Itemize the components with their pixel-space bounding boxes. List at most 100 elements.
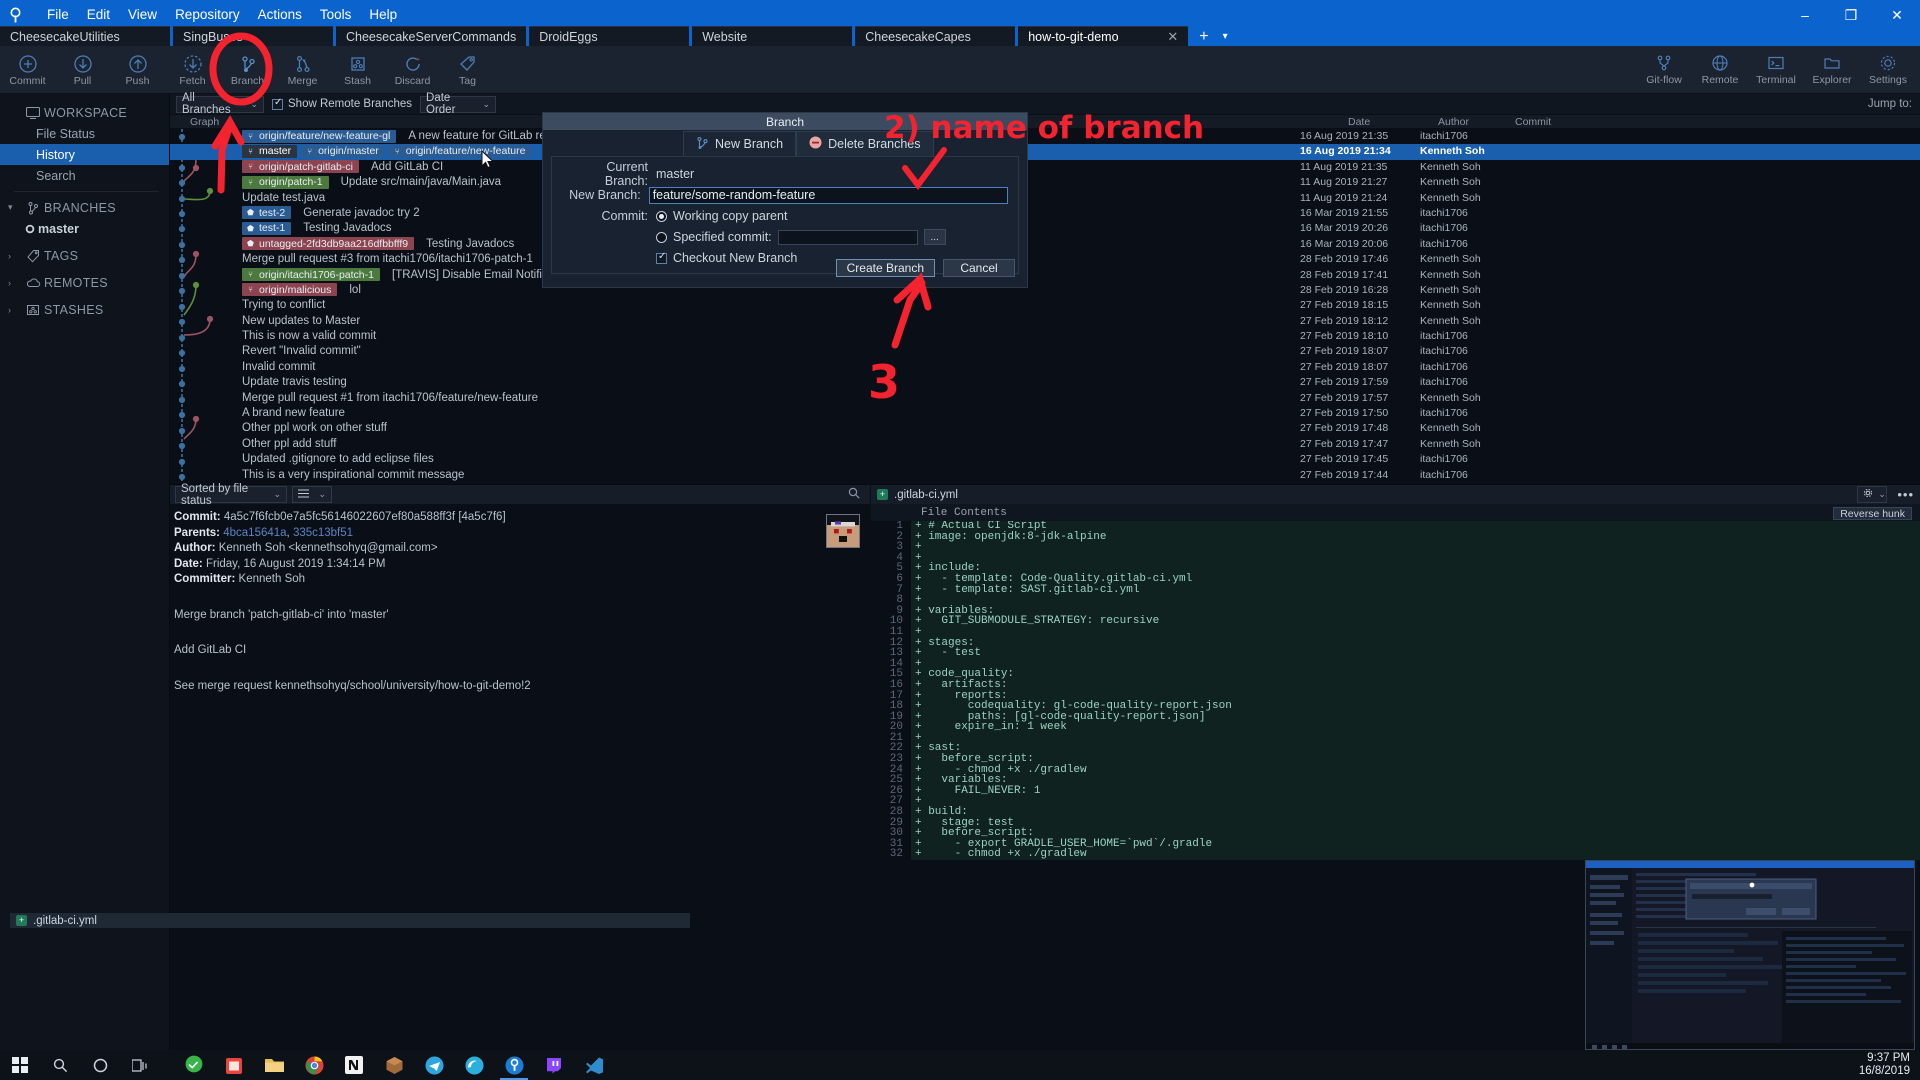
ref-label[interactable]: ⑂ origin/master [301, 144, 385, 158]
parent-hash-link[interactable]: 4bca15641a [223, 527, 286, 539]
sort-dropdown[interactable]: Sorted by file status ⌄ [175, 483, 287, 507]
merge-button[interactable]: Merge [275, 47, 330, 93]
table-row[interactable]: A brand new feature 27 Feb 2019 17:50 itac… [170, 406, 1920, 421]
table-row[interactable]: New updates to Master 27 Feb 2019 18:12 Ke… [170, 314, 1920, 329]
twitch-icon[interactable] [534, 1050, 574, 1080]
table-row[interactable]: Merge pull request #1 from itachi1706/fe… [170, 391, 1920, 406]
order-dropdown[interactable]: Date Order ⌄ [420, 92, 497, 116]
commit-button[interactable]: Commit [0, 47, 55, 93]
sidebar-section-branches[interactable]: ▾ BRANCHES [0, 197, 169, 218]
column-commit[interactable]: Commit [1515, 116, 1551, 128]
ref-label[interactable]: ⑂ origin/patch-gitlab-ci [242, 160, 359, 174]
view-mode-dropdown[interactable]: ⌄ [292, 486, 332, 503]
table-row[interactable]: Revert "Invalid commit" 27 Feb 2019 18:07… [170, 344, 1920, 359]
ref-label[interactable]: ⑂ origin/feature/new-feature [388, 144, 532, 158]
table-row[interactable]: ⑂ origin/feature/new-feature-gl A new fea… [170, 129, 1920, 144]
search-icon[interactable] [40, 1050, 80, 1080]
table-row[interactable]: ⑂ origin/patch-1 Update src/main/java/Mai… [170, 175, 1920, 190]
table-row[interactable]: ⬟ untagged-2fd3db9aa216dfbbfff9 Testing J… [170, 237, 1920, 252]
table-row[interactable]: ⬟ test-2 Generate javadoc try 2 16 Mar 201… [170, 206, 1920, 221]
taskbar-clock[interactable]: 9:37 PM 16/8/2019 [1859, 1052, 1910, 1078]
create-branch-button[interactable]: Create Branch [835, 259, 935, 277]
explorer-button[interactable]: Explorer [1804, 46, 1860, 92]
table-row[interactable]: ⑂ origin/malicious lol 28 Feb 2019 16:28 Ke… [170, 283, 1920, 298]
chevron-down-icon[interactable]: ▾ [1217, 26, 1234, 47]
chevron-right-icon[interactable]: › [8, 305, 22, 315]
chevron-right-icon[interactable]: › [8, 278, 22, 288]
table-row[interactable]: ⑂ origin/itachi1706-patch-1 [TRAVIS] Disa… [170, 268, 1920, 283]
column-date[interactable]: Date [1348, 116, 1370, 128]
table-row[interactable]: Update test.java 11 Aug 2019 21:24 Kenneth… [170, 191, 1920, 206]
chevron-down-icon[interactable]: ▾ [8, 202, 22, 213]
table-row[interactable]: Other ppl add stuff 27 Feb 2019 17:47 Kenn… [170, 437, 1920, 452]
tab-cheesecakeutilities[interactable]: CheesecakeUtilities [0, 26, 170, 47]
sidebar-item-search[interactable]: Search [0, 165, 169, 186]
ref-label[interactable]: ⑂ origin/itachi1706-patch-1 [242, 268, 380, 282]
branch-filter-dropdown[interactable]: All Branches ⌄ [176, 92, 264, 116]
store-icon[interactable] [214, 1050, 254, 1080]
browse-commit-button[interactable]: ... [923, 229, 946, 245]
sidebar-section-remotes[interactable]: › REMOTES [0, 272, 169, 293]
diff-settings-dropdown[interactable]: ⌄ [1857, 486, 1888, 503]
cancel-button[interactable]: Cancel [943, 259, 1015, 277]
sourcetree-icon[interactable] [494, 1050, 534, 1080]
radio-specified-commit[interactable] [656, 231, 667, 243]
fetch-button[interactable]: Fetch [165, 47, 220, 93]
table-row[interactable]: ⑂ master ⑂ origin/master ⑂ origin/featur… [170, 144, 1920, 160]
search-icon[interactable] [848, 487, 860, 502]
table-row[interactable]: Invalid commit 27 Feb 2019 18:07 itachi170… [170, 360, 1920, 375]
pull-button[interactable]: Pull [55, 47, 110, 93]
table-row[interactable]: This is a very inspirational commit mess… [170, 468, 1920, 481]
close-icon[interactable]: ✕ [1167, 29, 1178, 45]
edge-icon[interactable] [454, 1050, 494, 1080]
ref-label[interactable]: ⬟ test-1 [242, 221, 292, 235]
messenger-icon[interactable] [174, 1050, 214, 1080]
stash-button[interactable]: Stash [330, 47, 385, 93]
table-row[interactable]: Update travis testing 27 Feb 2019 17:59 it… [170, 375, 1920, 390]
vscode-icon[interactable] [574, 1050, 614, 1080]
windows-start-icon[interactable] [0, 1050, 40, 1080]
more-options-icon[interactable]: ••• [1897, 487, 1914, 502]
new-branch-input[interactable]: feature/some-random-feature [648, 186, 1008, 204]
new-tab-button[interactable]: + [1191, 27, 1216, 47]
ref-label[interactable]: ⑂ origin/feature/new-feature-gl [242, 129, 397, 143]
telegram-icon[interactable] [414, 1050, 454, 1080]
commit-list[interactable]: ⑂ origin/feature/new-feature-gl A new fea… [170, 129, 1920, 481]
chrome-icon[interactable] [294, 1050, 334, 1080]
table-row[interactable]: ⑂ origin/patch-gitlab-ci Add GitLab CI 11 … [170, 160, 1920, 175]
gitflow-button[interactable]: Git-flow [1636, 46, 1692, 92]
settings-button[interactable]: Settings [1860, 46, 1916, 92]
chevron-right-icon[interactable]: › [8, 251, 22, 261]
column-graph[interactable]: Graph [190, 116, 219, 128]
reverse-hunk-button[interactable]: Reverse hunk [1833, 507, 1912, 520]
table-row[interactable]: Other ppl work on other stuff 27 Feb 2019… [170, 421, 1920, 436]
task-view-icon[interactable] [120, 1050, 160, 1080]
ref-label[interactable]: ⬟ test-2 [242, 206, 292, 220]
sidebar-section-tags[interactable]: › TAGS [0, 245, 169, 266]
sidebar-item-history[interactable]: History [0, 144, 169, 165]
column-author[interactable]: Author [1438, 116, 1469, 128]
tab-cheesecakeservercommands[interactable]: CheesecakeServerCommands [336, 26, 527, 47]
tab-droideggs[interactable]: DroidEggs [529, 26, 690, 47]
ref-label[interactable]: ⑂ master [242, 144, 298, 158]
sidebar-item-file-status[interactable]: File Status [0, 123, 169, 144]
branch-button[interactable]: Branch [220, 47, 275, 93]
remote-button[interactable]: Remote [1692, 46, 1748, 92]
radio-working-copy-parent[interactable] [656, 210, 667, 222]
terminal-button[interactable]: Terminal [1748, 46, 1804, 92]
table-row[interactable]: Merge pull request #3 from itachi1706/it… [170, 252, 1920, 267]
explorer-icon[interactable] [254, 1050, 294, 1080]
parent-hash-link[interactable]: 335c13bf51 [293, 527, 353, 539]
sidebar-branch-master[interactable]: master [0, 218, 169, 239]
notion-icon[interactable] [334, 1050, 374, 1080]
ref-label[interactable]: ⑂ origin/patch-1 [242, 175, 329, 189]
sidebar-section-stashes[interactable]: › STASHES [0, 299, 169, 320]
checkout-new-branch-checkbox[interactable] [656, 251, 667, 264]
tab-singbuses[interactable]: SingBuses [173, 26, 333, 47]
tab-how-to-git-demo[interactable]: how-to-git-demo ✕ [1018, 26, 1189, 47]
changed-file-row[interactable]: + .gitlab-ci.yml [10, 913, 690, 928]
tab-website[interactable]: Website [692, 26, 853, 47]
push-button[interactable]: Push [110, 47, 165, 93]
tab-delete-branches[interactable]: Delete Branches [796, 131, 934, 156]
ref-label[interactable]: ⬟ untagged-2fd3db9aa216dfbbfff9 [242, 237, 415, 251]
